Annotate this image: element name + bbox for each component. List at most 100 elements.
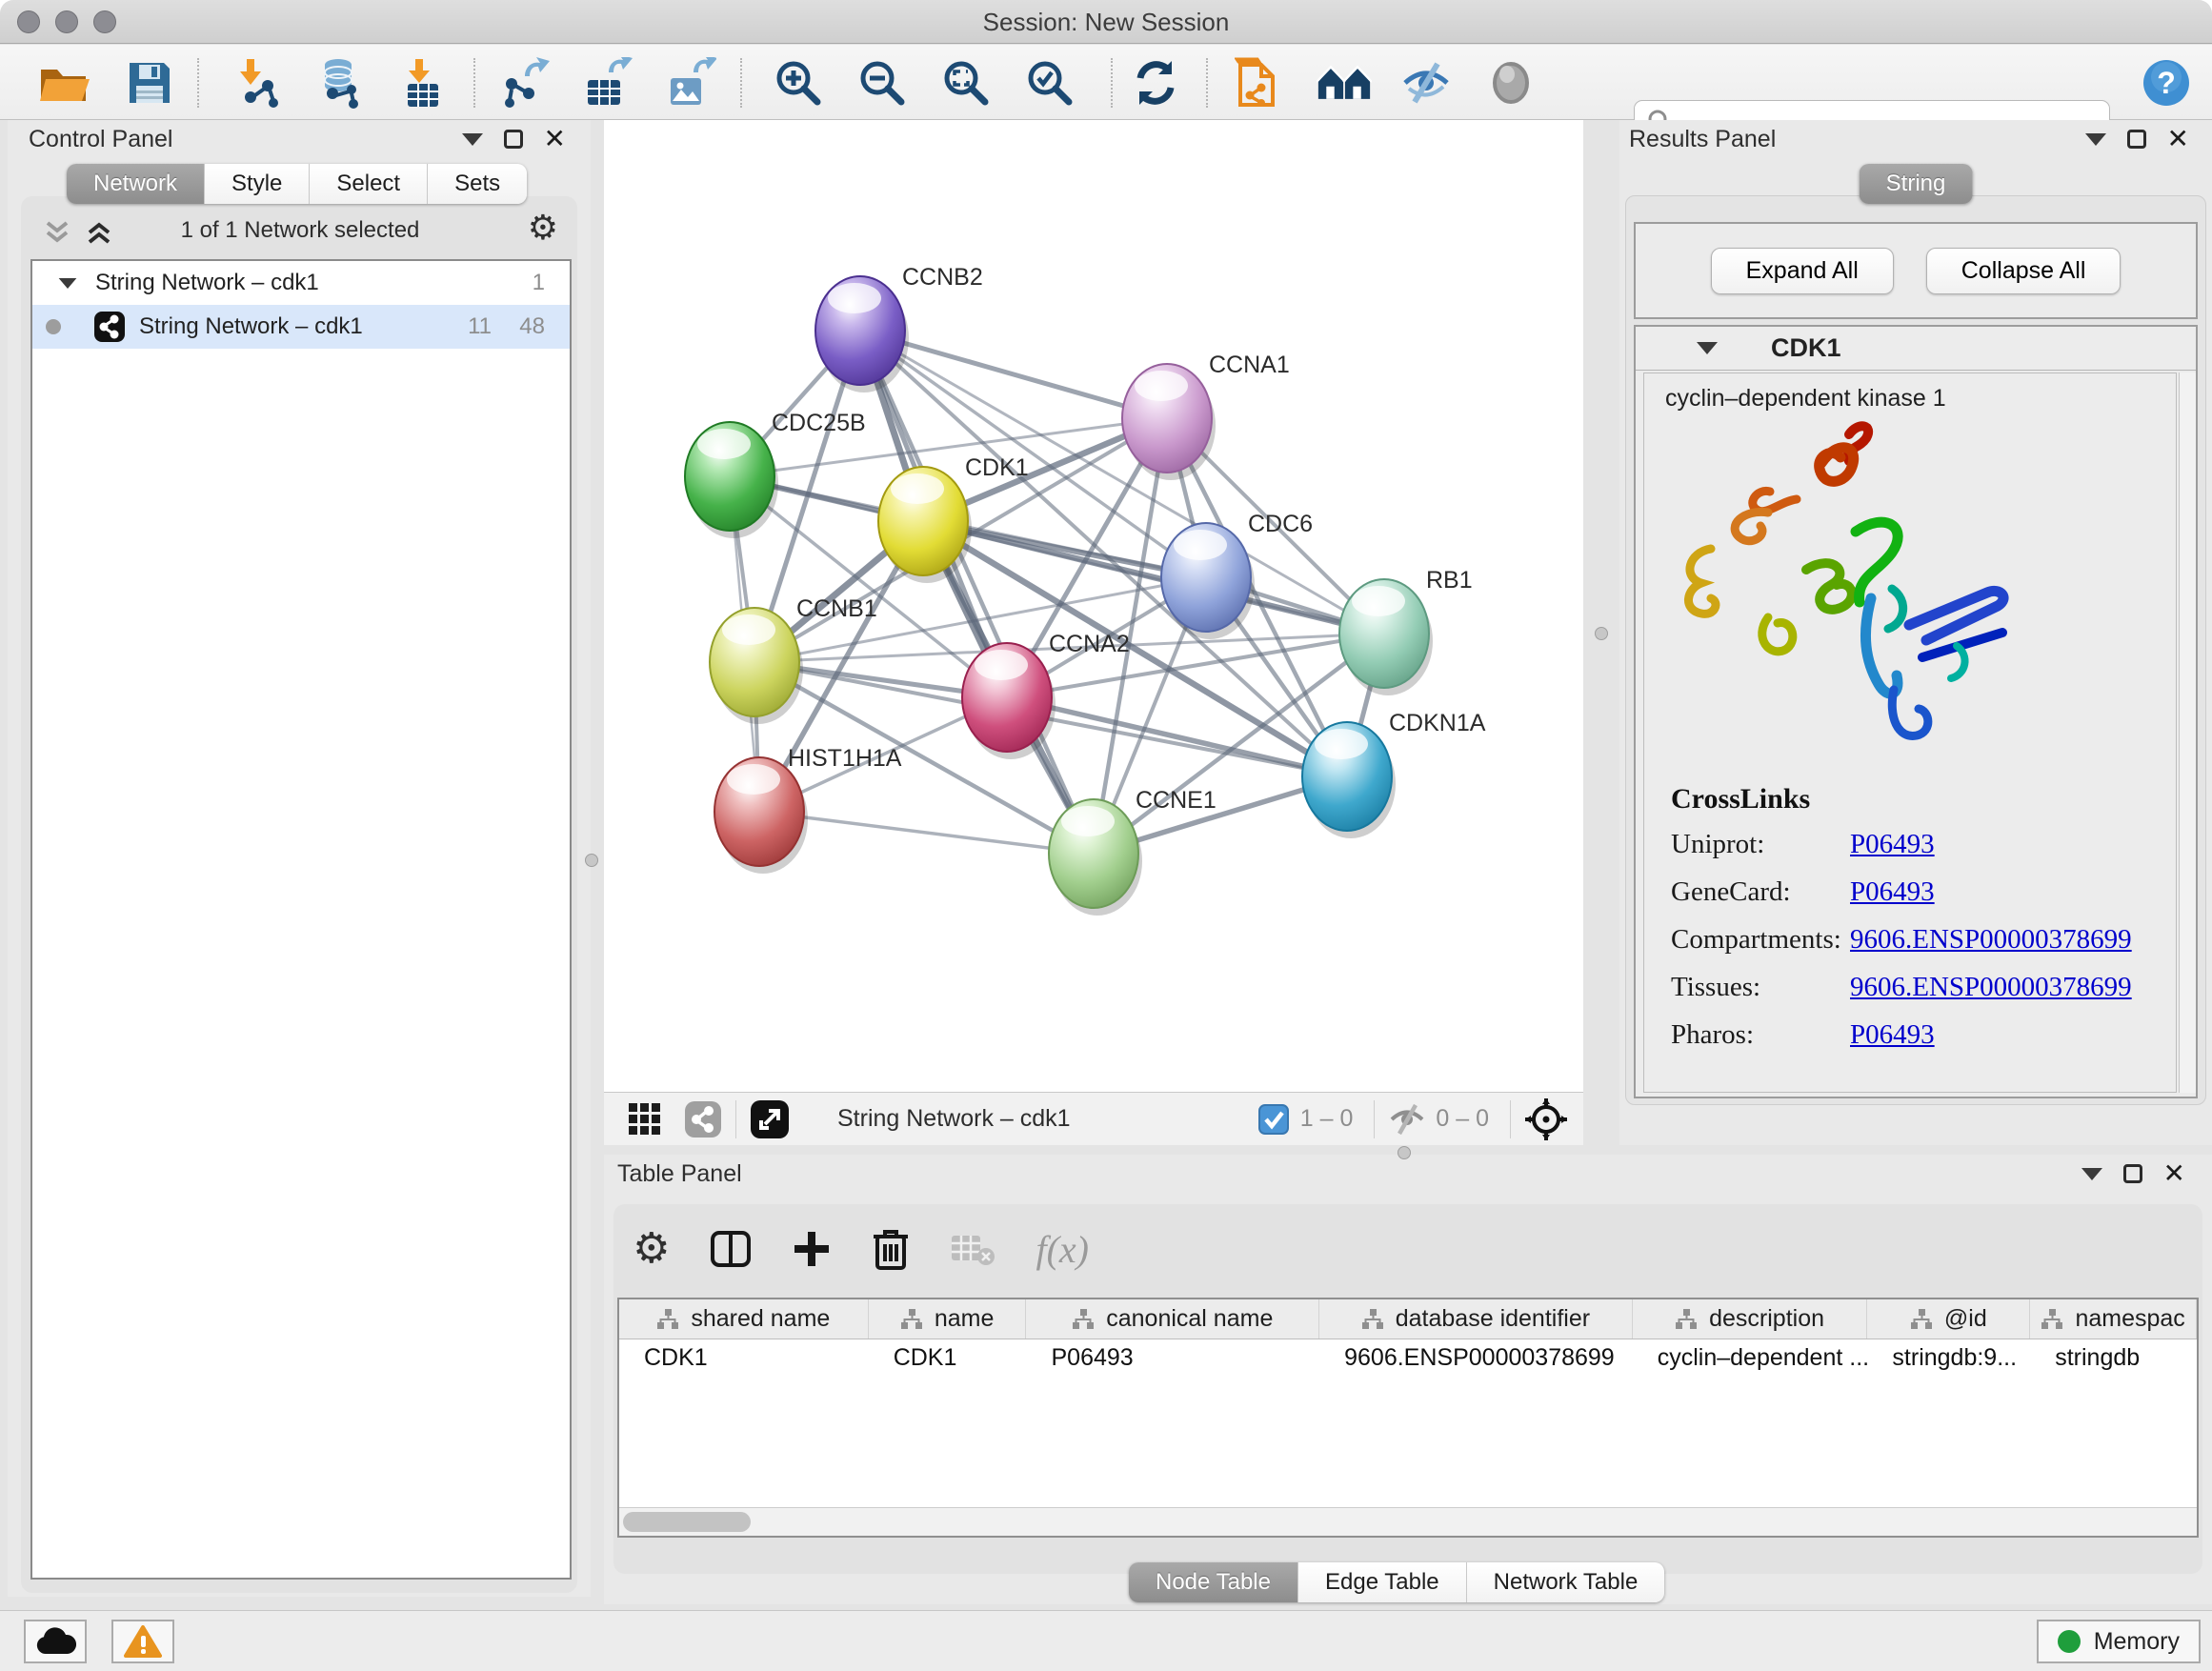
network-selection-status: 1 of 1 Network selected: [30, 217, 570, 244]
cloud-status-button[interactable]: [24, 1620, 87, 1663]
network-share-icon[interactable]: [684, 1100, 722, 1138]
node-label-CCNB1: CCNB1: [796, 595, 877, 622]
column-header-description[interactable]: description: [1633, 1299, 1868, 1339]
warning-status-button[interactable]: [111, 1620, 174, 1663]
network-node-RB1[interactable]: [1339, 579, 1433, 695]
tab-select[interactable]: Select: [310, 164, 428, 204]
tab-edge-table[interactable]: Edge Table: [1298, 1562, 1467, 1602]
memory-button[interactable]: Memory: [2037, 1620, 2201, 1663]
close-panel-icon[interactable]: ✕: [544, 130, 566, 149]
delete-column-icon[interactable]: [872, 1227, 910, 1271]
crosslink-link[interactable]: P06493: [1850, 1019, 1935, 1051]
crosslink-link[interactable]: P06493: [1850, 829, 1935, 860]
panel-menu-icon[interactable]: [2081, 1168, 2102, 1180]
string-annotation-button[interactable]: [1231, 56, 1286, 110]
crosslink-link[interactable]: 9606.ENSP00000378699: [1850, 924, 2132, 956]
import-network-database-button[interactable]: [311, 56, 366, 110]
network-node-CDK1[interactable]: [878, 467, 972, 583]
network-edge[interactable]: [860, 331, 1094, 854]
float-panel-icon[interactable]: [2127, 130, 2146, 149]
crosslink-link[interactable]: P06493: [1850, 876, 1935, 908]
table-horizontal-scrollbar[interactable]: [619, 1507, 2197, 1536]
network-node-CCNA2[interactable]: [962, 643, 1056, 759]
import-table-file-button[interactable]: [395, 56, 451, 110]
scrollbar-thumb[interactable]: [623, 1512, 751, 1532]
tab-network-table[interactable]: Network Table: [1467, 1562, 1665, 1602]
table-cell[interactable]: stringdb: [2030, 1339, 2197, 1379]
collection-expander-icon[interactable]: [59, 277, 77, 288]
table-cell[interactable]: stringdb:9...: [1867, 1339, 2030, 1379]
network-canvas[interactable]: CCNB2CCNA1CDC25BCDK1CDC6RB1CCNB1CCNA2CDK…: [604, 120, 1583, 1092]
export-image-button[interactable]: [662, 56, 717, 110]
collapse-all-button[interactable]: Collapse All: [1926, 248, 2122, 294]
network-node-CDKN1A[interactable]: [1302, 722, 1396, 838]
left-splitter-handle[interactable]: [585, 854, 598, 867]
table-cell[interactable]: cyclin–dependent ...: [1633, 1339, 1868, 1379]
network-node-CDC6[interactable]: [1161, 523, 1255, 639]
expand-all-button[interactable]: Expand All: [1711, 248, 1894, 294]
export-table-button[interactable]: [579, 56, 634, 110]
right-splitter-handle[interactable]: [1595, 627, 1608, 640]
column-header-database-identifier[interactable]: database identifier: [1319, 1299, 1633, 1339]
network-options-gear-icon[interactable]: ⚙: [528, 211, 558, 246]
table-row[interactable]: CDK1CDK1P064939606.ENSP00000378699cyclin…: [619, 1339, 2197, 1379]
horizontal-splitter-handle[interactable]: [1398, 1146, 1411, 1159]
save-session-button[interactable]: [122, 56, 177, 110]
export-network-button[interactable]: [495, 56, 551, 110]
selected-checkbox-icon[interactable]: [1258, 1104, 1289, 1135]
crosslink-link[interactable]: 9606.ENSP00000378699: [1850, 972, 2132, 1003]
network-node-CCNB2[interactable]: [815, 276, 909, 393]
column-header-canonical-name[interactable]: canonical name: [1026, 1299, 1319, 1339]
column-header-namespac[interactable]: namespac: [2030, 1299, 2197, 1339]
hidden-eye-slash-icon[interactable]: [1388, 1103, 1426, 1136]
detach-view-icon[interactable]: [750, 1099, 790, 1139]
network-node-CCNE1[interactable]: [1049, 799, 1142, 916]
zoom-selected-button[interactable]: [1022, 56, 1077, 110]
float-panel-icon[interactable]: [504, 130, 523, 149]
column-header-shared-name[interactable]: shared name: [619, 1299, 869, 1339]
panel-menu-icon[interactable]: [462, 133, 483, 146]
string-home-button[interactable]: [1317, 56, 1372, 110]
column-header-@id[interactable]: @id: [1867, 1299, 2030, 1339]
network-node-HIST1H1A[interactable]: [714, 757, 808, 874]
tab-node-table[interactable]: Node Table: [1129, 1562, 1298, 1602]
glass-ball-effect-button[interactable]: [1483, 56, 1538, 110]
zoom-in-button[interactable]: [771, 56, 826, 110]
zoom-out-button[interactable]: [855, 56, 910, 110]
results-scrollbar[interactable]: [2179, 372, 2196, 1093]
tab-network[interactable]: Network: [67, 164, 205, 204]
table-options-gear-icon[interactable]: ⚙: [633, 1232, 670, 1266]
entry-expander-icon[interactable]: [1697, 342, 1718, 354]
tab-string[interactable]: String: [1860, 164, 1973, 204]
table-cell[interactable]: P06493: [1027, 1339, 1320, 1379]
column-header-name[interactable]: name: [869, 1299, 1027, 1339]
add-column-icon[interactable]: [792, 1229, 832, 1269]
panel-menu-icon[interactable]: [2085, 133, 2106, 146]
current-network-dot: [46, 319, 61, 334]
grid-view-icon[interactable]: [627, 1101, 663, 1137]
import-network-file-button[interactable]: [231, 56, 286, 110]
apply-layout-button[interactable]: [1128, 56, 1183, 110]
open-session-button[interactable]: [37, 56, 92, 110]
close-panel-icon[interactable]: ✕: [2163, 1164, 2185, 1183]
birdseye-crosshair-icon[interactable]: [1524, 1097, 1568, 1141]
network-edge[interactable]: [759, 812, 1094, 854]
network-row[interactable]: String Network – cdk1 11 48: [32, 305, 570, 349]
toolbar-separator: [1206, 58, 1208, 108]
zoom-fit-button[interactable]: [938, 56, 994, 110]
network-collection-row[interactable]: String Network – cdk1 1: [32, 261, 570, 305]
show-columns-icon[interactable]: [710, 1228, 752, 1270]
hide-glass-effect-button[interactable]: [1398, 56, 1454, 110]
network-edge[interactable]: [1007, 697, 1347, 776]
node-result-header[interactable]: CDK1: [1636, 327, 2196, 371]
close-panel-icon[interactable]: ✕: [2167, 130, 2189, 149]
network-node-CCNA1[interactable]: [1122, 364, 1216, 480]
help-button[interactable]: ?: [2139, 56, 2194, 110]
table-cell[interactable]: 9606.ENSP00000378699: [1319, 1339, 1633, 1379]
table-cell[interactable]: CDK1: [869, 1339, 1027, 1379]
float-panel-icon[interactable]: [2123, 1164, 2142, 1183]
tab-sets[interactable]: Sets: [428, 164, 527, 204]
tab-style[interactable]: Style: [205, 164, 310, 204]
network-node-CCNB1[interactable]: [710, 608, 803, 724]
table-cell[interactable]: CDK1: [619, 1339, 869, 1379]
